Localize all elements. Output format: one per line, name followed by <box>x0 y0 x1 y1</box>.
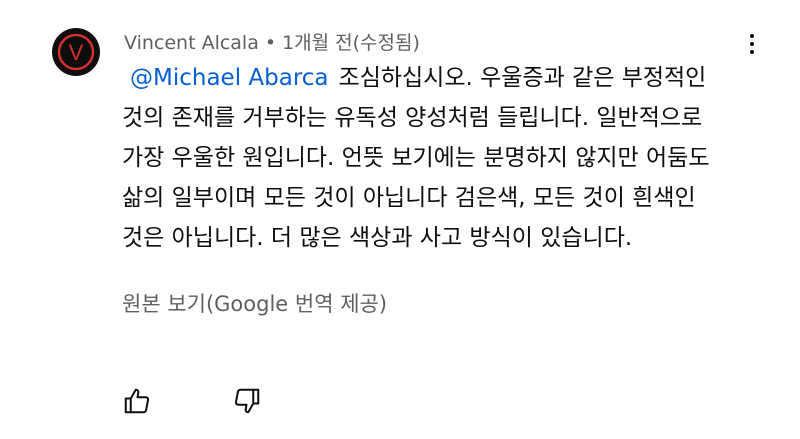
see-original-button[interactable]: 원본 보기(Google 번역 제공) <box>122 288 387 318</box>
more-vert-icon <box>750 34 754 38</box>
comment-meta: Vincent Alcala • 1개월 전(수정됨) <box>124 28 420 55</box>
mention-link[interactable]: @Michael Abarca <box>130 65 329 91</box>
author-name[interactable]: Vincent Alcala <box>124 32 259 54</box>
comment-line-text: 조심하십시오. 우울증과 같은 부정적인 <box>338 65 707 91</box>
like-button[interactable] <box>120 384 154 418</box>
thumb-down-icon <box>234 388 260 414</box>
comment-time[interactable]: 1개월 전(수정됨) <box>282 32 420 54</box>
more-options-button[interactable] <box>740 30 764 58</box>
comment-line: 삶의 일부이며 모든 것이 아닙니다 검은색, 모든 것이 흰색인 <box>122 185 696 211</box>
comment-text: @Michael Abarca 조심하십시오. 우울증과 같은 부정적인 것의 존… <box>122 58 772 258</box>
avatar-logo: V <box>57 33 95 71</box>
comment-line: 것은 아닙니다. 더 많은 색상과 사고 방식이 있습니다. <box>122 225 633 251</box>
dislike-button[interactable] <box>230 384 264 418</box>
comment-line: 가장 우울한 원입니다. 언뜻 보기에는 분명하지 않지만 어둠도 <box>122 145 710 171</box>
comment-line: 것의 존재를 거부하는 유독성 양성처럼 들립니다. 일반적으로 <box>122 105 703 131</box>
avatar[interactable]: V <box>52 28 100 76</box>
comment-line: @Michael Abarca 조심하십시오. 우울증과 같은 부정적인 <box>122 58 772 98</box>
comment: V Vincent Alcala • 1개월 전(수정됨) @Michael Aba… <box>0 0 800 439</box>
thumb-up-icon <box>124 388 150 414</box>
avatar-letter: V <box>69 40 84 65</box>
meta-separator: • <box>264 32 277 54</box>
